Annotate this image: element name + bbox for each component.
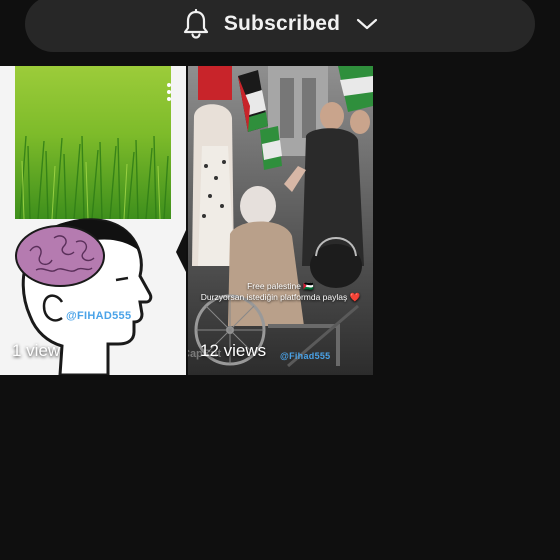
short-thumbnail-1[interactable]: @FIHAD555 1 view: [0, 66, 186, 375]
short-2-views: 12 views: [200, 341, 267, 360]
subscribed-button[interactable]: Subscribed: [25, 0, 535, 52]
short-1-watermark: @FIHAD555: [66, 310, 132, 322]
shorts-grid: @FIHAD555 1 view Free palestine 🇵🇸 Durzy…: [0, 66, 560, 375]
bell-icon[interactable]: [182, 9, 210, 39]
short-2-caption-line-1: Free palestine 🇵🇸: [247, 281, 314, 291]
subscribed-label: Subscribed: [223, 12, 341, 35]
short-2-watermark: @Fihad555: [280, 351, 331, 361]
more-vertical-icon[interactable]: [166, 82, 172, 102]
short-1-artwork: [0, 66, 186, 375]
chevron-down-icon[interactable]: [356, 17, 378, 31]
screen: Subscribed @FIHAD555 1 view Free palesti…: [0, 0, 560, 560]
short-1-views: 1 view: [12, 341, 61, 360]
short-2-caption-line-2: Durzyorsan istediğin platformda paylaş ❤…: [200, 292, 361, 302]
short-2-artwork: [188, 66, 373, 375]
short-thumbnail-2[interactable]: Free palestine 🇵🇸 Durzyorsan istediğin p…: [188, 66, 373, 375]
